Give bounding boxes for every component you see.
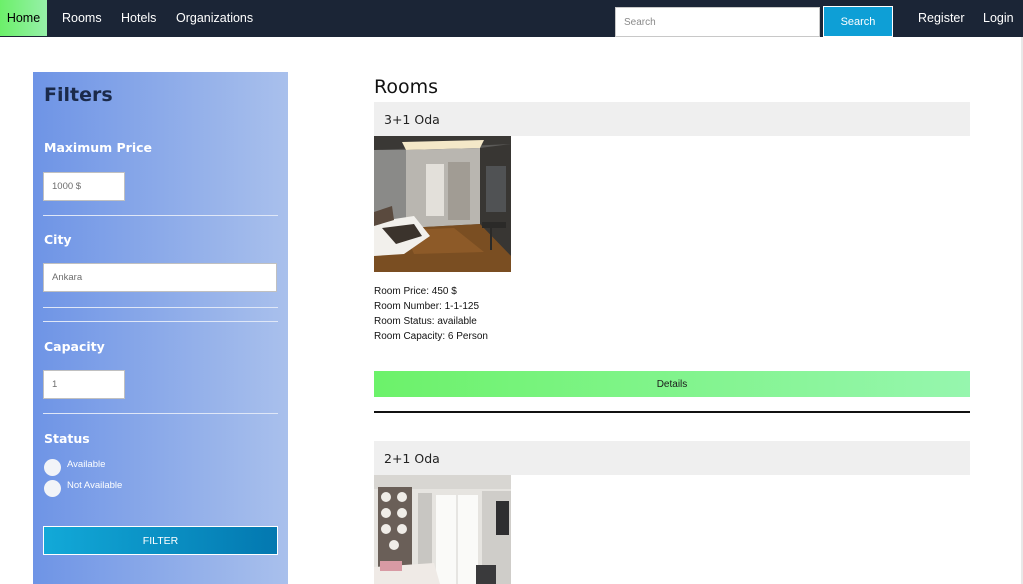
- divider: [43, 307, 278, 308]
- not-available-radio-label: Not Available: [67, 480, 123, 491]
- details-button[interactable]: Details: [374, 371, 970, 397]
- room-card-header: 3+1 Oda: [374, 102, 970, 136]
- room-card-header: 2+1 Oda: [374, 441, 970, 475]
- capacity-input[interactable]: [43, 370, 125, 399]
- nav-register-link[interactable]: Register: [918, 0, 965, 36]
- search-button[interactable]: Search: [823, 6, 893, 37]
- divider: [43, 321, 278, 322]
- nav-rooms-link[interactable]: Rooms: [62, 0, 102, 36]
- room-name: 3+1 Oda: [384, 112, 440, 127]
- room-status: Room Status: available: [374, 316, 477, 327]
- room-photo-image: [374, 136, 511, 272]
- room-photo-image: [374, 475, 511, 584]
- nav-login-link[interactable]: Login: [983, 0, 1014, 36]
- available-radio-label: Available: [67, 459, 106, 470]
- nav-hotels-link[interactable]: Hotels: [121, 0, 156, 36]
- divider: [43, 215, 278, 216]
- max-price-label: Maximum Price: [44, 140, 153, 155]
- room-name: 2+1 Oda: [384, 451, 440, 466]
- city-label: City: [44, 232, 72, 247]
- capacity-label: Capacity: [44, 339, 105, 354]
- room-capacity: Room Capacity: 6 Person: [374, 331, 488, 342]
- city-input[interactable]: [43, 263, 277, 292]
- filter-button[interactable]: FILTER: [43, 526, 278, 555]
- room-number: Room Number: 1-1-125: [374, 301, 480, 312]
- status-label: Status: [44, 431, 90, 446]
- page: Home Rooms Hotels Organizations Search R…: [0, 0, 1023, 584]
- room-separator: [374, 411, 970, 413]
- room-info: Room Price: 450 $ Room Number: 1-1-125 R…: [374, 284, 488, 344]
- top-navbar: Home Rooms Hotels Organizations Search R…: [0, 0, 1023, 37]
- nav-organizations-link[interactable]: Organizations: [176, 0, 253, 36]
- room-photo: [374, 136, 511, 272]
- divider: [43, 413, 278, 414]
- search-input[interactable]: [615, 7, 820, 37]
- max-price-input[interactable]: [43, 172, 125, 201]
- rooms-heading: Rooms: [374, 76, 439, 98]
- available-radio[interactable]: [44, 459, 61, 476]
- filters-sidebar: Filters Maximum Price City Capacity Stat…: [33, 72, 288, 584]
- room-photo: [374, 475, 511, 584]
- room-price: Room Price: 450 $: [374, 286, 457, 297]
- nav-home-link[interactable]: Home: [0, 0, 47, 36]
- filters-title: Filters: [44, 84, 113, 106]
- not-available-radio[interactable]: [44, 480, 61, 497]
